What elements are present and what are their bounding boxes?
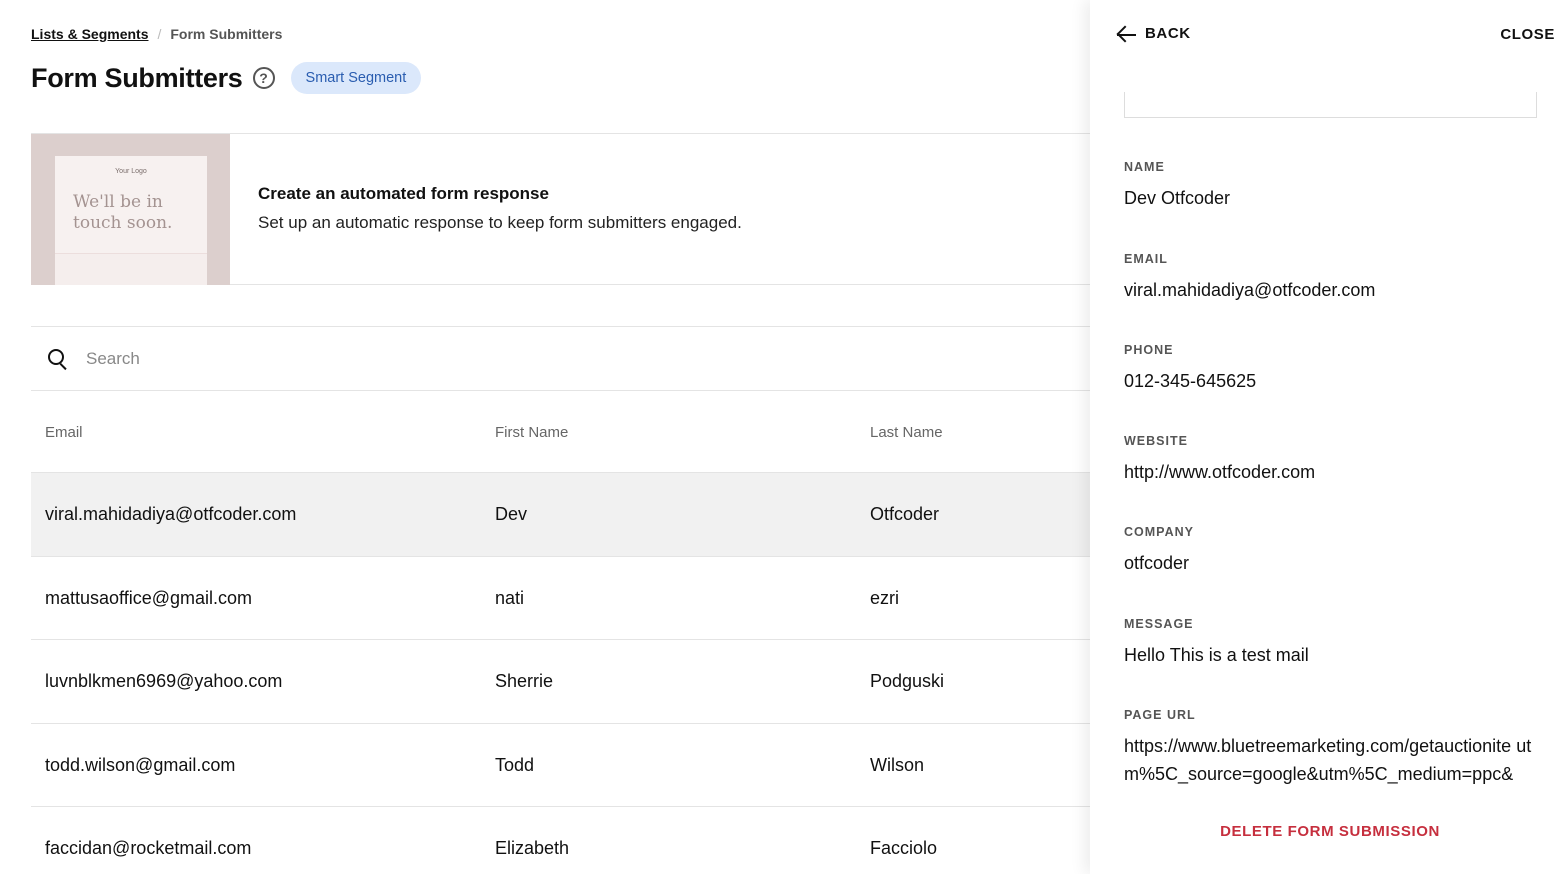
- cell-last-name: ezri: [870, 587, 900, 608]
- field-label: PAGE URL: [1124, 708, 1196, 722]
- page-title: Form Submitters: [31, 62, 243, 93]
- thumbnail-headline: We'll be in touch soon.: [73, 192, 173, 233]
- title-row: Form Submitters ? Smart Segment: [31, 62, 422, 94]
- promo-thumbnail: Your Logo We'll be in touch soon.: [31, 134, 230, 285]
- table-row[interactable]: luvnblkmen6969@yahoo.com Sherrie Podgusk…: [31, 640, 1090, 724]
- back-label: BACK: [1145, 24, 1191, 42]
- cell-first-name: Sherrie: [495, 671, 554, 691]
- table-header-row: Email First Name Last Name: [31, 391, 1090, 473]
- column-header-email[interactable]: Email: [45, 424, 83, 441]
- cell-last-name: Podguski: [870, 671, 945, 691]
- search-icon: [47, 348, 69, 370]
- cell-last-name: Otfcoder: [870, 504, 940, 524]
- submission-detail-panel: BACK CLOSE NAME Dev Otfcoder EMAIL viral…: [1090, 0, 1565, 874]
- promo-heading: Create an automated form response: [258, 184, 549, 203]
- search-bar: [31, 326, 1090, 391]
- delete-form-submission-button[interactable]: DELETE FORM SUBMISSION: [1090, 823, 1565, 840]
- table-row[interactable]: todd.wilson@gmail.com Todd Wilson: [31, 724, 1090, 807]
- field-value: otfcoder: [1124, 553, 1190, 573]
- field-value: Dev Otfcoder: [1124, 188, 1231, 208]
- thumbnail-logo-text: Your Logo: [115, 168, 147, 175]
- back-button[interactable]: BACK: [1116, 22, 1191, 44]
- cell-first-name: nati: [495, 587, 525, 608]
- cell-email: viral.mahidadiya@otfcoder.com: [45, 504, 297, 524]
- close-button[interactable]: CLOSE: [1500, 26, 1555, 43]
- field-label: WEBSITE: [1124, 434, 1188, 448]
- cell-last-name: Wilson: [870, 754, 925, 775]
- cell-email: faccidan@rocketmail.com: [45, 838, 252, 858]
- field-label: MESSAGE: [1124, 617, 1194, 631]
- cell-first-name: Dev: [495, 504, 528, 524]
- column-header-first-name[interactable]: First Name: [495, 424, 568, 441]
- field-company: COMPANY otfcoder: [1124, 525, 1544, 577]
- cell-email: mattusaoffice@gmail.com: [45, 587, 253, 608]
- field-label: NAME: [1124, 160, 1165, 174]
- field-message: MESSAGE Hello This is a test mail: [1124, 617, 1544, 669]
- table-row[interactable]: viral.mahidadiya@otfcoder.com Dev Otfcod…: [31, 473, 1090, 557]
- field-value: http://www.otfcoder.com: [1124, 462, 1316, 482]
- field-page-url: PAGE URL https://www.bluetreemarketing.c…: [1124, 708, 1544, 788]
- arrow-left-icon: [1116, 22, 1138, 44]
- field-website: WEBSITE http://www.otfcoder.com: [1124, 434, 1544, 486]
- cell-last-name: Facciolo: [870, 838, 938, 858]
- field-label: PHONE: [1124, 343, 1174, 357]
- breadcrumb-separator: /: [157, 26, 162, 42]
- field-label: COMPANY: [1124, 525, 1194, 539]
- automated-response-promo[interactable]: Your Logo We'll be in touch soon. Create…: [31, 133, 1090, 285]
- field-phone: PHONE 012-345-645625: [1124, 343, 1544, 395]
- cell-first-name: Todd: [495, 754, 535, 775]
- search-input[interactable]: [86, 348, 586, 369]
- column-header-last-name[interactable]: Last Name: [870, 424, 943, 441]
- smart-segment-badge: Smart Segment: [290, 62, 422, 94]
- field-value: https://www.bluetreemarketing.com/getauc…: [1124, 736, 1532, 784]
- help-icon[interactable]: ?: [252, 67, 275, 89]
- field-name: NAME Dev Otfcoder: [1124, 160, 1544, 212]
- table-row[interactable]: mattusaoffice@gmail.com nati ezri: [31, 557, 1090, 640]
- submitters-table: Email First Name Last Name viral.mahidad…: [31, 391, 1090, 874]
- breadcrumb: Lists & Segments / Form Submitters: [31, 26, 282, 42]
- breadcrumb-current: Form Submitters: [170, 26, 283, 42]
- field-label: EMAIL: [1124, 252, 1168, 266]
- main-content: Lists & Segments / Form Submitters Form …: [0, 0, 1090, 874]
- promo-subtext: Set up an automatic response to keep for…: [258, 213, 742, 232]
- field-value: Hello This is a test mail: [1124, 645, 1309, 665]
- cell-email: luvnblkmen6969@yahoo.com: [45, 671, 283, 691]
- table-row[interactable]: faccidan@rocketmail.com Elizabeth Faccio…: [31, 807, 1090, 874]
- field-value: 012-345-645625: [1124, 371, 1257, 391]
- cell-first-name: Elizabeth: [495, 838, 570, 858]
- breadcrumb-lists-segments-link[interactable]: Lists & Segments: [31, 26, 148, 42]
- cell-email: todd.wilson@gmail.com: [45, 754, 236, 775]
- promo-thumbnail-card: Your Logo We'll be in touch soon.: [55, 156, 207, 285]
- panel-scrolled-field-box: [1124, 92, 1537, 118]
- field-email: EMAIL viral.mahidadiya@otfcoder.com: [1124, 252, 1544, 304]
- field-value: viral.mahidadiya@otfcoder.com: [1124, 280, 1376, 300]
